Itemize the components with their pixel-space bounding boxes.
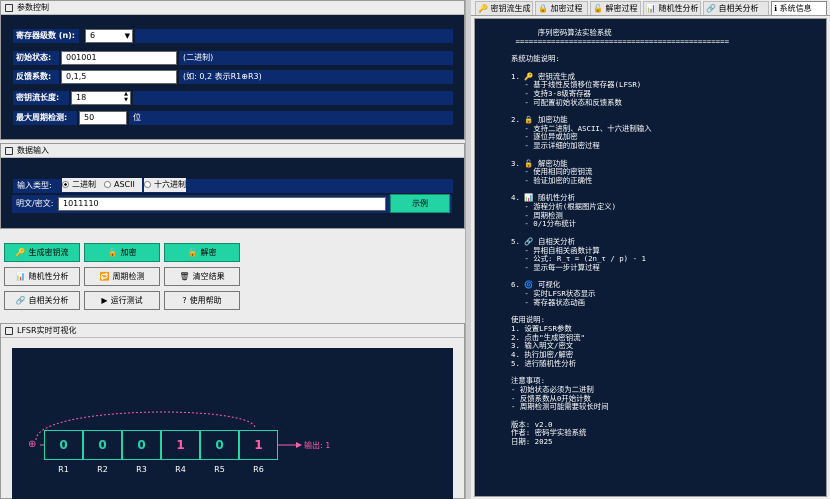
output-label: 输出: 1 — [304, 441, 331, 450]
register-cell: 0 — [83, 430, 122, 460]
register-label: R4 — [175, 465, 186, 474]
system-info-text: 序列密码算法实验系统 =============================… — [511, 28, 730, 447]
register-label: R6 — [253, 465, 264, 474]
register-cell: 0 — [200, 430, 239, 460]
register-cell: 1 — [239, 430, 278, 460]
xor-symbol: ⊕ — [28, 439, 37, 450]
register-cell: 1 — [161, 430, 200, 460]
register-cell: 0 — [44, 430, 83, 460]
tab-5[interactable]: 🔗 自相关分析 — [703, 1, 769, 15]
register-label: R1 — [58, 465, 69, 474]
tab-2[interactable]: 🔒 加密过程 — [535, 1, 588, 15]
key-icon: 🔑 — [478, 4, 491, 13]
feedback-path — [35, 411, 302, 448]
tab-4[interactable]: 📊 随机性分析 — [643, 1, 701, 15]
register-cell: 0 — [122, 430, 161, 460]
unlock-icon: 🔓 — [593, 4, 606, 13]
register-label: R3 — [136, 465, 147, 474]
link-icon: 🔗 — [706, 4, 719, 13]
tab-6[interactable]: ℹ 系统信息 — [771, 1, 827, 15]
tab-1[interactable]: 🔑 密钥流生成 — [475, 1, 533, 15]
register-label: R5 — [214, 465, 225, 474]
output-arrow-head — [296, 442, 302, 448]
tab-bar: 🔑 密钥流生成 🔒 加密过程 🔓 解密过程 📊 随机性分析 🔗 自相关分析 ℹ 系统信息 — [471, 0, 830, 16]
register-label: R2 — [97, 465, 108, 474]
scrollbar[interactable] — [465, 0, 471, 499]
tab-3[interactable]: 🔓 解密过程 — [590, 1, 641, 15]
system-info-panel: 序列密码算法实验系统 =============================… — [474, 18, 827, 497]
lock-icon: 🔒 — [538, 4, 551, 13]
chart-icon: 📊 — [646, 4, 659, 13]
